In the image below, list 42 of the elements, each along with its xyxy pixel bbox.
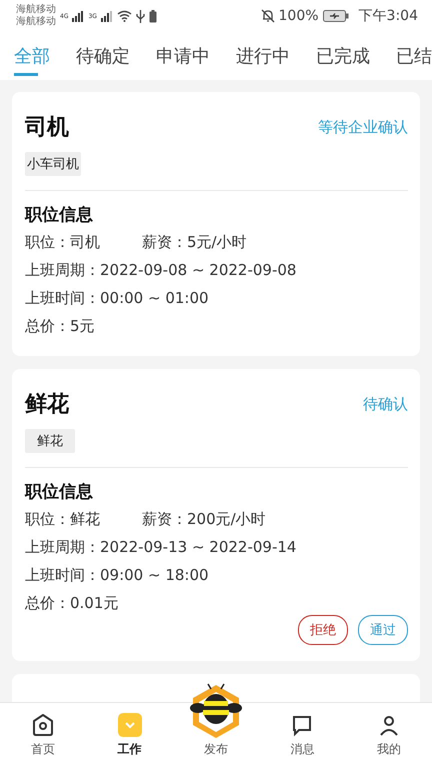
job-status: 等待企业确认: [318, 118, 408, 136]
position-text: 职位：鲜花: [25, 510, 100, 528]
nav-tab[interactable]: 消息: [259, 703, 346, 768]
section-title: 职位信息: [25, 204, 94, 226]
battery-charging-icon: [322, 10, 349, 22]
usb-icon: [136, 10, 145, 22]
job-title: 司机: [25, 114, 69, 142]
clock-time: 下午3:04: [358, 7, 418, 25]
salary-text: 薪资：5元/小时: [142, 232, 247, 253]
battery-percent: 100%: [278, 8, 319, 24]
section-title: 职位信息: [25, 481, 94, 503]
position-text: 职位：司机: [25, 233, 100, 251]
nav-tab[interactable]: 工作: [86, 703, 173, 768]
reject-button[interactable]: 拒绝: [298, 615, 348, 645]
job-tag: 鲜花: [25, 429, 75, 453]
total-price: 总价：0.01元: [25, 593, 118, 614]
period-text: 上班周期：2022-09-08 ~ 2022-09-08: [25, 260, 296, 281]
work-icon: [118, 713, 142, 737]
signal-icon: [72, 10, 84, 22]
job-title: 鲜花: [25, 391, 69, 419]
home-icon: [31, 713, 56, 737]
hours-text: 上班时间：09:00 ~ 18:00: [25, 565, 209, 586]
carrier-name: 海航移动: [16, 16, 56, 28]
hours-text: 上班时间：00:00 ~ 01:00: [25, 288, 209, 309]
period-text: 上班周期：2022-09-13 ~ 2022-09-14: [25, 537, 296, 558]
battery-small-icon: [148, 10, 157, 22]
job-tag: 小车司机: [25, 152, 81, 176]
carrier-name: 海航移动: [16, 4, 56, 16]
signal-icon: [100, 10, 113, 22]
filter-tab[interactable]: 已结: [396, 32, 432, 80]
bell-muted-icon: [260, 9, 275, 23]
salary-text: 薪资：200元/小时: [142, 509, 266, 530]
wifi-icon: [116, 10, 132, 22]
filter-tab[interactable]: 已完成: [316, 32, 370, 80]
total-price: 总价：5元: [25, 316, 95, 337]
filter-tab[interactable]: 进行中: [236, 32, 290, 80]
filter-tab[interactable]: 申请中: [156, 32, 210, 80]
nav-tab[interactable]: 首页: [0, 703, 86, 768]
filter-tab[interactable]: 待确定: [76, 32, 130, 80]
nav-tab[interactable]: 发布: [172, 681, 260, 768]
nav-tab[interactable]: 我的: [346, 703, 432, 768]
job-status: 待确认: [363, 394, 408, 414]
